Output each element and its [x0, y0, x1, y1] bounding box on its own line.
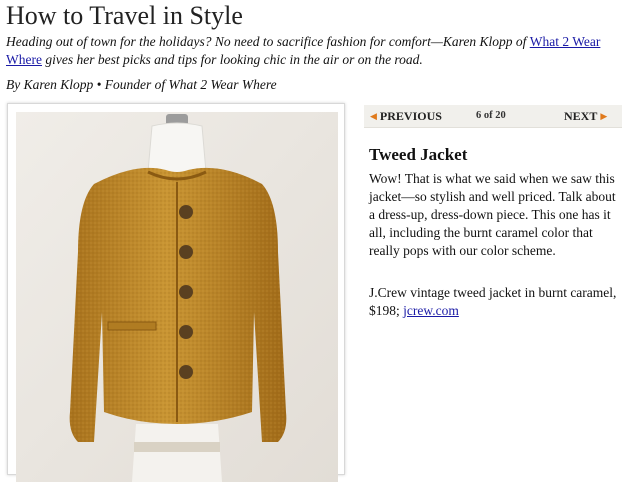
previous-button[interactable]: ◀ PREVIOUS — [370, 109, 442, 124]
item-credit: J.Crew vintage tweed jacket in burnt car… — [369, 284, 619, 320]
next-button[interactable]: NEXT ▶ — [564, 109, 607, 124]
triangle-right-icon: ▶ — [600, 111, 608, 121]
article-dek: Heading out of town for the holidays? No… — [6, 33, 618, 69]
article-byline: By Karen Klopp • Founder of What 2 Wear … — [6, 77, 277, 92]
jcrew-link[interactable]: jcrew.com — [403, 303, 459, 318]
triangle-left-icon: ◀ — [370, 111, 377, 121]
gallery-pager: ◀ PREVIOUS 6 of 20 NEXT ▶ — [364, 105, 622, 128]
dek-text-end: gives her best picks and tips for lookin… — [41, 52, 423, 67]
dek-text: Heading out of town for the holidays? No… — [6, 34, 530, 49]
previous-label: PREVIOUS — [379, 109, 442, 123]
item-description: Wow! That is what we said when we saw th… — [369, 171, 616, 258]
next-label: NEXT — [564, 109, 598, 123]
product-photo-frame — [7, 103, 345, 482]
item-title: Tweed Jacket — [369, 145, 468, 164]
slide-count: 6 of 20 — [476, 110, 506, 121]
product-photo — [16, 112, 338, 482]
article-title: How to Travel in Style — [6, 1, 243, 30]
tweed-jacket-image — [16, 112, 338, 482]
